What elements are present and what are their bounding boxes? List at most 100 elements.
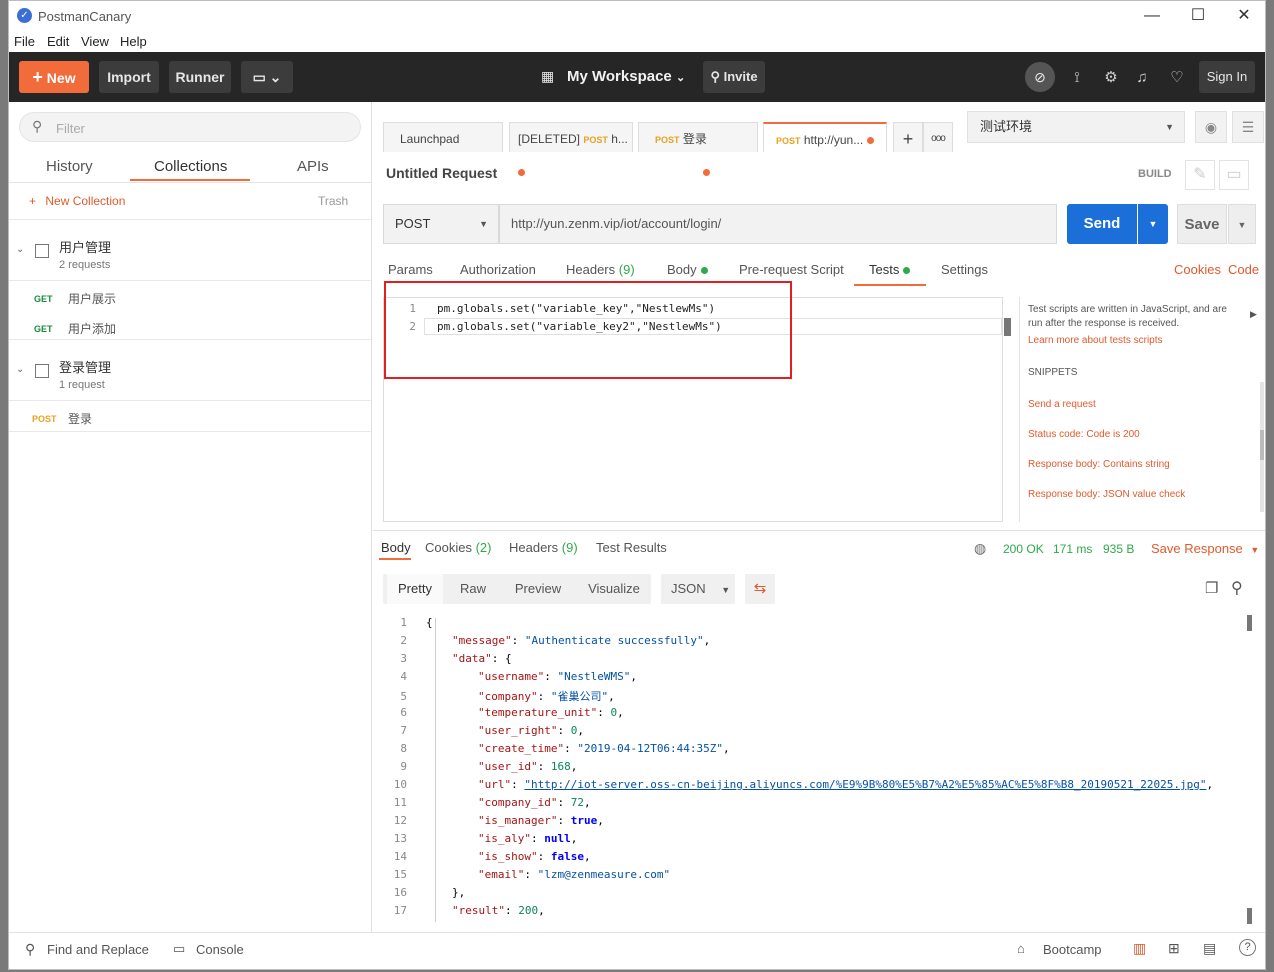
active-tab-underline bbox=[130, 179, 250, 181]
tab-pre-request-script[interactable]: Pre-request Script bbox=[739, 262, 844, 277]
comment-icon[interactable]: ▭ bbox=[1219, 160, 1249, 190]
save-response-button[interactable]: Save Response ▼ bbox=[1151, 541, 1259, 556]
request-item[interactable]: GET 用户展示 bbox=[9, 286, 371, 312]
new-window-button[interactable]: ▭ ⌄ bbox=[241, 61, 293, 93]
filter-placeholder: Filter bbox=[56, 121, 85, 136]
line-number: 8 bbox=[400, 742, 407, 755]
bootcamp-button[interactable]: Bootcamp bbox=[1043, 942, 1102, 957]
scroll-thumb[interactable] bbox=[1260, 430, 1264, 460]
view-preview-button[interactable]: Preview bbox=[508, 574, 568, 604]
response-tab-test-results[interactable]: Test Results bbox=[596, 540, 667, 555]
tab-history[interactable]: History bbox=[46, 158, 93, 175]
snippet-item[interactable]: Status code: Code is 200 bbox=[1028, 429, 1140, 440]
format-select[interactable]: JSON ▼ bbox=[661, 574, 735, 604]
save-button[interactable]: Save bbox=[1177, 204, 1227, 244]
minimize-button[interactable]: — bbox=[1129, 3, 1175, 29]
wrap-lines-icon[interactable]: ⇆ bbox=[745, 574, 775, 604]
new-collection-button[interactable]: + New Collection bbox=[29, 194, 125, 208]
collection-user-management[interactable]: ⌄ 用户管理 2 requests bbox=[9, 219, 371, 281]
workspace-selector[interactable]: My Workspace ⌄ bbox=[567, 68, 685, 85]
save-options-caret-icon[interactable]: ▼ bbox=[1228, 204, 1256, 244]
response-body-editor[interactable]: 1{2 "message": "Authenticate successfully… bbox=[383, 612, 1253, 924]
tab-params[interactable]: Params bbox=[388, 262, 433, 277]
invite-button[interactable]: ⚲ Invite bbox=[703, 61, 765, 93]
status-bar: ⚲ Find and Replace ▭ Console ⌂ Bootcamp … bbox=[9, 932, 1265, 969]
tab-tests[interactable]: Tests bbox=[869, 262, 911, 277]
maximize-button[interactable]: ☐ bbox=[1175, 3, 1221, 29]
send-button[interactable]: Send bbox=[1067, 204, 1137, 244]
menu-view[interactable]: View bbox=[81, 34, 109, 49]
environment-select[interactable]: 测试环境 ▼ bbox=[967, 111, 1185, 143]
learn-more-link[interactable]: Learn more about tests scripts bbox=[1028, 335, 1163, 346]
response-tab-body[interactable]: Body bbox=[381, 540, 411, 555]
close-window-button[interactable]: ✕ bbox=[1221, 3, 1265, 29]
new-button[interactable]: + New bbox=[19, 61, 89, 93]
editor-scrollbar[interactable] bbox=[1004, 318, 1011, 336]
code-text: "create_time": "2019-04-12T06:44:35Z", bbox=[478, 742, 730, 755]
line-number: 13 bbox=[393, 832, 407, 845]
request-name: 登录 bbox=[68, 412, 93, 426]
two-pane-view-icon[interactable]: ▥ bbox=[1133, 940, 1146, 957]
settings-gear-icon[interactable]: ⚙ bbox=[1098, 65, 1124, 91]
console-button[interactable]: Console bbox=[196, 942, 244, 957]
tab-login-request[interactable]: POST 登录 bbox=[638, 122, 758, 176]
tab-headers[interactable]: Headers (9) bbox=[566, 262, 635, 277]
edit-pencil-icon[interactable]: ✎ bbox=[1185, 160, 1215, 190]
request-title[interactable]: Untitled Request bbox=[386, 165, 497, 181]
tab-apis[interactable]: APIs bbox=[297, 158, 329, 175]
find-replace-button[interactable]: Find and Replace bbox=[47, 942, 149, 957]
satellite-icon[interactable]: ⟟ bbox=[1064, 65, 1090, 91]
response-tab-headers[interactable]: Headers (9) bbox=[509, 540, 578, 555]
view-raw-button[interactable]: Raw bbox=[453, 574, 493, 604]
request-item[interactable]: POST 登录 bbox=[9, 406, 371, 432]
copy-icon[interactable]: ❐ bbox=[1205, 579, 1218, 597]
view-pretty-button[interactable]: Pretty bbox=[387, 574, 443, 604]
menu-edit[interactable]: Edit bbox=[47, 34, 69, 49]
send-options-caret-icon[interactable]: ▼ bbox=[1138, 204, 1168, 244]
eye-icon[interactable]: ◉ bbox=[1195, 111, 1227, 143]
snippet-item[interactable]: Send a request bbox=[1028, 399, 1096, 410]
heart-icon[interactable]: ♡ bbox=[1164, 65, 1190, 91]
runner-button[interactable]: Runner bbox=[169, 61, 231, 93]
code-token: , bbox=[597, 814, 604, 827]
snippets-scrollbar[interactable] bbox=[1260, 382, 1264, 512]
tab-launchpad[interactable]: Launchpad bbox=[383, 122, 503, 152]
code-token: }, bbox=[452, 886, 466, 899]
layout-toggle-icon[interactable]: ⊞ bbox=[1168, 940, 1180, 957]
keyboard-shortcuts-icon[interactable]: ▤ bbox=[1203, 940, 1216, 957]
request-name: 用户展示 bbox=[68, 292, 117, 306]
response-code-line: 14 "is_show": false, bbox=[383, 850, 591, 863]
more-tabs-button[interactable]: ooo bbox=[923, 122, 953, 152]
code-link[interactable]: Code bbox=[1228, 262, 1259, 277]
collapse-arrow-icon[interactable]: ▶ bbox=[1250, 309, 1257, 320]
snippet-item[interactable]: Response body: Contains string bbox=[1028, 459, 1170, 470]
sign-in-button[interactable]: Sign In bbox=[1199, 61, 1255, 93]
view-visualize-button[interactable]: Visualize bbox=[581, 574, 647, 604]
filter-input[interactable]: ⚲ Filter bbox=[19, 112, 361, 142]
import-button[interactable]: Import bbox=[99, 61, 159, 93]
new-tab-button[interactable]: + bbox=[893, 122, 923, 152]
menu-help[interactable]: Help bbox=[120, 34, 147, 49]
settings-sliders-icon[interactable]: ☰ bbox=[1232, 111, 1264, 143]
trash-link[interactable]: Trash bbox=[318, 194, 348, 208]
tab-authorization[interactable]: Authorization bbox=[460, 262, 536, 277]
response-time: 171 ms bbox=[1053, 542, 1093, 556]
help-icon[interactable]: ? bbox=[1239, 939, 1256, 956]
method-select[interactable]: POST ▼ bbox=[383, 204, 499, 244]
collection-login-management[interactable]: ⌄ 登录管理 1 request bbox=[9, 339, 371, 401]
response-scrollbar-bottom[interactable] bbox=[1247, 908, 1252, 924]
tab-collections[interactable]: Collections bbox=[154, 158, 227, 175]
tab-settings[interactable]: Settings bbox=[941, 262, 988, 277]
response-scrollbar-top[interactable] bbox=[1247, 615, 1252, 631]
url-input[interactable]: http://yun.zenm.vip/iot/account/login/ bbox=[499, 204, 1057, 244]
snippet-item[interactable]: Response body: JSON value check bbox=[1028, 489, 1185, 500]
cookies-link[interactable]: Cookies bbox=[1174, 262, 1221, 277]
tab-active-request[interactable]: POST http://yun... bbox=[763, 122, 887, 152]
search-icon[interactable]: ⚲ bbox=[1231, 578, 1243, 598]
menu-file[interactable]: File bbox=[14, 34, 35, 49]
response-tab-cookies[interactable]: Cookies (2) bbox=[425, 540, 491, 555]
notification-bell-icon[interactable]: ♫ bbox=[1129, 65, 1155, 91]
tab-body[interactable]: Body bbox=[667, 262, 708, 277]
tab-deleted-request[interactable]: [DELETED] POST h... bbox=[509, 122, 633, 176]
sync-off-icon[interactable]: ⊘ bbox=[1025, 62, 1055, 92]
